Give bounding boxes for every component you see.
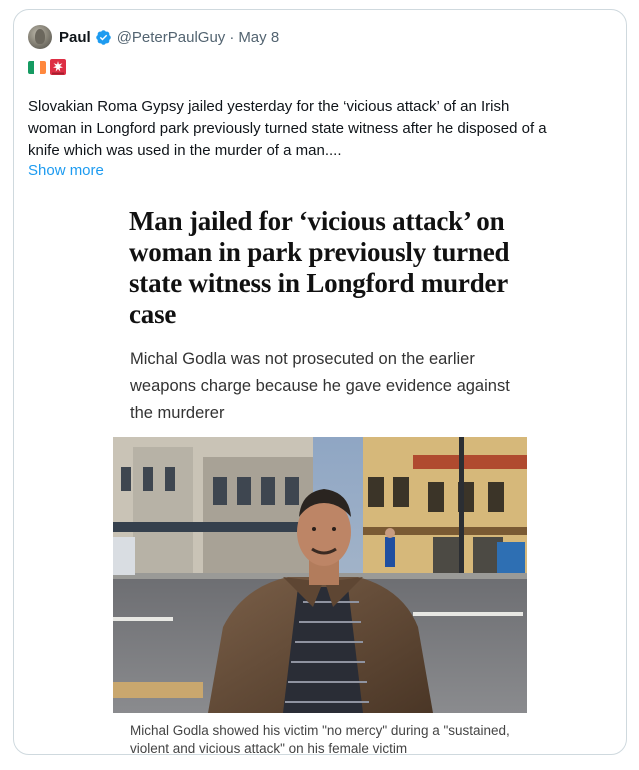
article-headline: Man jailed for ‘vicious attack’ on woman… (129, 206, 510, 329)
article-photo[interactable] (113, 437, 527, 713)
photo-caption: Michal Godla showed his victim "no mercy… (130, 723, 510, 755)
show-more-link[interactable]: Show more (28, 162, 104, 179)
tweet-date[interactable]: May 8 (238, 29, 279, 46)
verified-badge-icon (95, 29, 111, 45)
separator-dot: · (229, 28, 235, 46)
avatar[interactable] (28, 25, 52, 49)
tweet-header: Paul @PeterPaulGuy · May 8 (28, 24, 279, 50)
tweet-text: Slovakian Roma Gypsy jailed yesterday fo… (28, 98, 547, 159)
flag-ireland-icon (28, 60, 46, 74)
emoji-row (28, 56, 68, 78)
author-name[interactable]: Paul (59, 29, 91, 46)
police-siren-icon (50, 59, 66, 75)
author-handle[interactable]: @PeterPaulGuy (117, 29, 226, 46)
tweet-card[interactable]: Paul @PeterPaulGuy · May 8 Slovakian Rom… (13, 9, 627, 755)
article-subtitle: Michal Godla was not prosecuted on the e… (130, 350, 510, 422)
street-photo-image (113, 437, 527, 713)
